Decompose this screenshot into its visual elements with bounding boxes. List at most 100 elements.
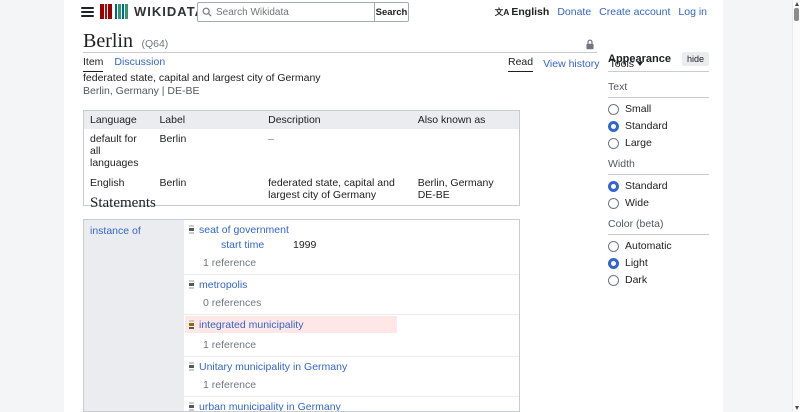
rank-selector-icon[interactable]: [189, 320, 194, 330]
rank-selector-icon[interactable]: [189, 362, 194, 372]
claim-value-link[interactable]: seat of government: [199, 224, 289, 236]
search-icon: [202, 7, 212, 17]
property-link-instance-of[interactable]: instance of: [90, 225, 141, 237]
search-button[interactable]: Search: [375, 2, 409, 22]
cell-label: Berlin: [153, 173, 262, 206]
radio-button[interactable]: [608, 275, 619, 286]
appearance-hide-button[interactable]: hide: [682, 52, 709, 66]
radio-label: Dark: [625, 274, 647, 286]
radio-label: Automatic: [625, 240, 672, 252]
tab-view-history[interactable]: View history: [543, 58, 599, 70]
radio-width-standard[interactable]: Standard: [608, 180, 709, 192]
tab-discussion[interactable]: Discussion: [114, 56, 165, 72]
radio-text-large[interactable]: Large: [608, 137, 709, 149]
radio-label: Light: [625, 257, 648, 269]
scrollbar-thumb[interactable]: [794, 8, 799, 21]
cell-language: default for all languages: [84, 129, 154, 173]
references-toggle[interactable]: 0 references: [203, 297, 513, 309]
cell-also-known-as: Berlin, Germany DE-BE: [412, 173, 520, 206]
alias-line-2: DE-BE: [418, 189, 513, 201]
radio-color-light[interactable]: Light: [608, 257, 709, 269]
appearance-section-text: Text: [608, 81, 709, 98]
references-toggle[interactable]: 1 reference: [203, 339, 513, 351]
language-label: English: [511, 6, 549, 18]
rank-selector-icon[interactable]: [189, 402, 194, 412]
appearance-panel: Appearance hide Text Small Standard Larg…: [608, 52, 709, 286]
page-container: WIKIDATA Search 文A English Donate Create…: [64, 0, 723, 412]
search-input[interactable]: [216, 7, 370, 18]
search-box: Search: [197, 2, 409, 22]
search-input-wrap: [197, 2, 375, 22]
wikidata-logo-icon: [100, 4, 129, 19]
scrollbar-up-arrow-icon[interactable]: [795, 2, 799, 6]
claim-value-link[interactable]: integrated municipality: [199, 319, 303, 331]
radio-button[interactable]: [608, 138, 619, 149]
statement-group: instance of seat of government start tim…: [83, 219, 520, 412]
radio-label: Standard: [625, 180, 668, 192]
entity-aliases: Berlin, Germany | DE-BE: [83, 85, 321, 98]
log-in-link[interactable]: Log in: [678, 6, 707, 18]
column-header-description: Description: [262, 111, 412, 130]
alias-line-1: Berlin, Germany: [418, 177, 513, 189]
donate-link[interactable]: Donate: [557, 6, 591, 18]
scrollbar-down-arrow-icon[interactable]: [795, 406, 799, 410]
radio-label: Small: [625, 103, 651, 115]
radio-color-automatic[interactable]: Automatic: [608, 240, 709, 252]
column-header-also-known-as: Also known as: [412, 111, 520, 130]
claim-value-link[interactable]: Unitary municipality in Germany: [199, 361, 347, 373]
statements-heading: Statements: [90, 195, 156, 212]
radio-button[interactable]: [608, 241, 619, 252]
statement-property-column: instance of: [84, 220, 184, 411]
entity-summary: federated state, capital and largest cit…: [83, 72, 321, 97]
statement-claim: Unitary municipality in Germany 1 refere…: [184, 357, 519, 397]
appearance-section-width: Width: [608, 158, 709, 175]
references-toggle[interactable]: 1 reference: [203, 379, 513, 391]
vertical-scrollbar[interactable]: [792, 0, 800, 412]
wikidata-logo-text: WIKIDATA: [134, 4, 205, 19]
rank-selector-icon[interactable]: [189, 280, 194, 290]
radio-button[interactable]: [608, 258, 619, 269]
cell-description: federated state, capital and largest cit…: [262, 173, 412, 206]
radio-width-wide[interactable]: Wide: [608, 197, 709, 209]
statement-claims-column: seat of government start time 1999 1 ref…: [184, 220, 519, 411]
radio-label: Wide: [625, 197, 649, 209]
radio-text-standard[interactable]: Standard: [608, 120, 709, 132]
claim-value-link[interactable]: metropolis: [199, 279, 247, 291]
radio-label: Standard: [625, 120, 668, 132]
claim-qualifier: start time 1999: [221, 238, 513, 251]
radio-button[interactable]: [608, 121, 619, 132]
wikidata-logo[interactable]: WIKIDATA: [100, 4, 205, 19]
title-divider: [83, 52, 597, 53]
radio-label: Large: [625, 137, 652, 149]
rank-selector-icon[interactable]: [189, 225, 194, 235]
language-selector[interactable]: 文A English: [495, 6, 550, 18]
appearance-header: Appearance hide: [608, 52, 709, 72]
user-links: 文A English Donate Create account Log in: [495, 6, 707, 18]
qualifier-value: 1999: [293, 239, 316, 251]
radio-button[interactable]: [608, 198, 619, 209]
appearance-title: Appearance: [608, 53, 671, 65]
radio-button[interactable]: [608, 104, 619, 115]
create-account-link[interactable]: Create account: [599, 6, 670, 18]
terms-table-header-row: Language Label Description Also known as: [84, 111, 520, 130]
references-toggle[interactable]: 1 reference: [203, 257, 513, 269]
cell-also-known-as: [412, 129, 520, 173]
claim-value-link[interactable]: urban municipality in Germany: [199, 401, 341, 412]
radio-text-small[interactable]: Small: [608, 103, 709, 115]
radio-button[interactable]: [608, 181, 619, 192]
top-header: WIKIDATA Search 文A English Donate Create…: [64, 0, 723, 26]
tab-read[interactable]: Read: [508, 56, 533, 72]
page-title: Berlin: [83, 30, 133, 52]
hamburger-menu-icon[interactable]: [81, 7, 94, 17]
namespace-tabs: Item Discussion: [83, 56, 165, 72]
cell-description: –: [262, 129, 412, 173]
entity-description: federated state, capital and largest cit…: [83, 72, 321, 85]
radio-color-dark[interactable]: Dark: [608, 274, 709, 286]
tab-item[interactable]: Item: [83, 56, 103, 72]
statement-claim: urban municipality in Germany 0 referenc…: [184, 397, 519, 412]
qualifier-property-link[interactable]: start time: [221, 239, 293, 251]
appearance-section-color: Color (beta): [608, 218, 709, 235]
column-header-label: Label: [153, 111, 262, 130]
terms-table: Language Label Description Also known as…: [83, 110, 520, 206]
cell-label: Berlin: [153, 129, 262, 173]
